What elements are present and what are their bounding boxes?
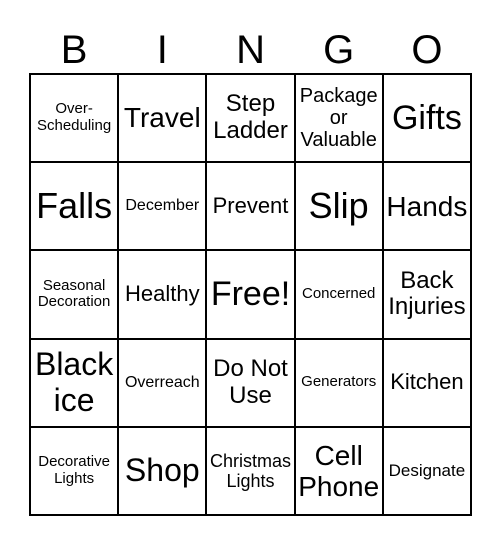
bingo-cell[interactable]: Travel (118, 74, 207, 163)
bingo-cell[interactable]: Shop (118, 426, 207, 515)
header-letter-n: N (236, 28, 265, 72)
bingo-cell[interactable]: Hands (382, 162, 471, 251)
bingo-cell[interactable]: Slip (294, 162, 383, 251)
bingo-cell[interactable]: Designate (382, 426, 471, 515)
bingo-header: B I N G O (30, 26, 471, 74)
bingo-cell[interactable]: Falls (30, 162, 119, 251)
bingo-cell[interactable]: Generators (294, 338, 383, 427)
bingo-cell[interactable]: Christmas Lights (206, 426, 295, 515)
bingo-cell[interactable]: Over-Scheduling (30, 74, 119, 163)
bingo-cell[interactable]: December (118, 162, 207, 251)
bingo-cell[interactable]: Do Not Use (206, 338, 295, 427)
bingo-cell[interactable]: Package or Valuable (294, 74, 383, 163)
bingo-cell[interactable]: Concerned (294, 250, 383, 339)
bingo-cell[interactable]: Prevent (206, 162, 295, 251)
bingo-cell[interactable]: Kitchen (382, 338, 471, 427)
bingo-cell[interactable]: Gifts (382, 74, 471, 163)
bingo-cell[interactable]: Healthy (118, 250, 207, 339)
bingo-cell[interactable]: Step Ladder (206, 74, 295, 163)
header-letter-i: I (156, 28, 168, 72)
header-letter-b: B (60, 28, 88, 72)
bingo-cell[interactable]: Black ice (30, 338, 119, 427)
bingo-cell[interactable]: Seasonal Decoration (30, 250, 119, 339)
header-letter-o: O (411, 28, 443, 72)
bingo-cell[interactable]: Overreach (118, 338, 207, 427)
header-letter-g: G (323, 28, 355, 72)
bingo-cell[interactable]: Decorative Lights (30, 426, 119, 515)
bingo-cell[interactable]: Back Injuries (382, 250, 471, 339)
bingo-grid: Over-Scheduling Travel Step Ladder Packa… (29, 73, 472, 516)
free-space-cell[interactable]: Free! (206, 250, 295, 339)
bingo-cell[interactable]: Cell Phone (294, 426, 383, 515)
